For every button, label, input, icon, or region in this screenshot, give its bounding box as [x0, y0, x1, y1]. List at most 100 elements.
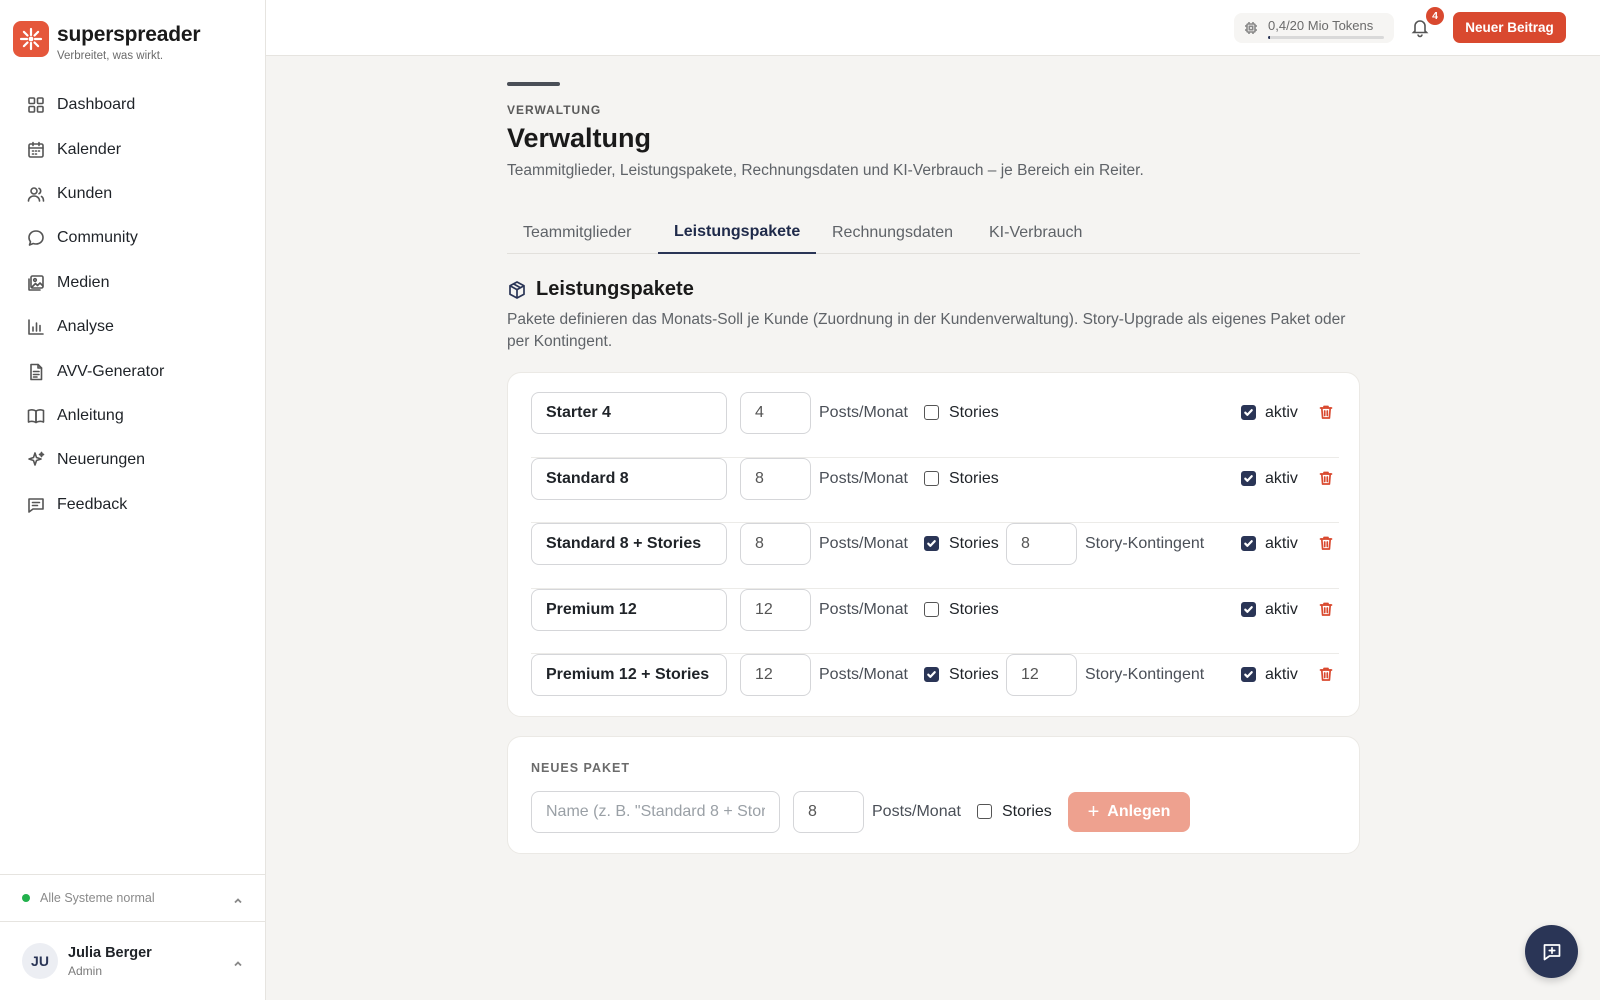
new-package-title: NEUES PAKET — [531, 761, 630, 775]
package-row: Posts/Monat Stories aktiv — [531, 457, 1339, 524]
sidebar-item-kalender[interactable]: Kalender — [14, 127, 250, 171]
active-checkbox[interactable] — [1241, 601, 1256, 617]
posts-per-month-input[interactable] — [740, 654, 811, 697]
tab-leistungspakete[interactable]: Leistungspakete — [658, 212, 817, 254]
tab-ki-verbrauch[interactable]: KI-Verbrauch — [973, 212, 1098, 254]
sidebar-item-label: Neuerungen — [57, 451, 146, 469]
package-list: Posts/Monat Stories aktiv Posts/Monat St… — [507, 372, 1360, 717]
package-icon — [509, 280, 525, 299]
topbar: 0,4/20 Mio Tokens 4 Neuer Beitrag — [266, 0, 1600, 56]
calendar-icon — [28, 141, 44, 158]
new-package-name-input[interactable] — [531, 791, 780, 833]
cpu-icon — [1245, 22, 1257, 34]
sidebar-item-analyse[interactable]: Analyse — [14, 305, 250, 349]
stories-label: Stories — [949, 535, 999, 553]
brand-name: superspreader — [57, 23, 201, 46]
posts-per-month-input[interactable] — [740, 523, 811, 566]
sidebar-item-avv-generator[interactable]: AVV-Generator — [14, 349, 250, 393]
active-checkbox[interactable] — [1241, 405, 1256, 420]
story-quota-input[interactable] — [1006, 654, 1077, 697]
story-quota-input[interactable] — [1006, 523, 1077, 566]
sidebar-item-neuerungen[interactable]: Neuerungen — [14, 438, 250, 482]
package-name-input[interactable] — [531, 457, 727, 500]
posts-per-month-input[interactable] — [740, 392, 811, 434]
new-package-stories-checkbox[interactable] — [977, 804, 992, 819]
active-label: aktiv — [1265, 535, 1298, 553]
chat-button[interactable] — [1525, 925, 1578, 978]
sidebar-item-label: Feedback — [57, 495, 128, 513]
system-status[interactable]: Alle Systeme normal — [0, 874, 265, 921]
sidebar-item-community[interactable]: Community — [14, 216, 250, 260]
tab-rechnungsdaten[interactable]: Rechnungsdaten — [816, 212, 969, 254]
trash-icon[interactable] — [1318, 470, 1336, 488]
tab-teammitglieder[interactable]: Teammitglieder — [507, 212, 647, 254]
images-icon — [28, 274, 44, 291]
stories-checkbox[interactable] — [924, 667, 939, 683]
sidebar-item-medien[interactable]: Medien — [14, 261, 250, 305]
sidebar-item-label: Kunden — [57, 184, 113, 202]
sparkles-icon — [28, 452, 45, 467]
page-subtitle: Teammitglieder, Leistungspakete, Rechnun… — [507, 162, 1144, 179]
notifications-badge: 4 — [1426, 7, 1444, 25]
stories-checkbox[interactable] — [924, 601, 939, 617]
stories-checkbox[interactable] — [924, 536, 939, 552]
sidebar-nav: Dashboard Kalender Kunden Community Medi… — [14, 83, 250, 527]
chevron-up-icon — [233, 956, 243, 967]
token-usage[interactable]: 0,4/20 Mio Tokens — [1234, 13, 1394, 43]
sidebar-item-label: Analyse — [57, 318, 114, 336]
stories-checkbox[interactable] — [924, 405, 939, 420]
bar-chart-icon — [28, 319, 44, 335]
section-description: Pakete definieren das Monats-Soll je Kun… — [507, 311, 1346, 350]
stories-label: Stories — [949, 666, 999, 684]
users-icon — [27, 187, 45, 202]
trash-icon[interactable] — [1318, 404, 1336, 422]
page-accent-bar — [507, 82, 560, 86]
sidebar-item-label: Anleitung — [57, 406, 124, 424]
sidebar-item-dashboard[interactable]: Dashboard — [14, 83, 250, 127]
plus-icon: + — [1087, 801, 1100, 823]
token-usage-fill — [1268, 35, 1271, 39]
document-icon — [30, 363, 43, 380]
sidebar-item-label: Dashboard — [57, 96, 136, 114]
package-name-input[interactable] — [531, 654, 727, 697]
create-package-button[interactable]: + Anlegen — [1068, 792, 1190, 832]
section-title: Leistungspakete — [536, 278, 694, 300]
posts-per-month-label: Posts/Monat — [819, 600, 908, 618]
grid-icon — [28, 97, 44, 113]
page-title: Verwaltung — [507, 123, 652, 153]
package-name-input[interactable] — [531, 392, 727, 434]
posts-per-month-input[interactable] — [740, 588, 811, 631]
stories-label: Stories — [1002, 803, 1052, 820]
posts-per-month-label: Posts/Monat — [872, 803, 961, 820]
create-package-label: Anlegen — [1107, 803, 1171, 820]
brand[interactable]: superspreader Verbreitet, was wirkt. — [13, 21, 201, 62]
chevron-up-icon — [233, 893, 243, 904]
posts-per-month-input[interactable] — [740, 457, 811, 500]
package-name-input[interactable] — [531, 588, 727, 631]
new-package-posts-input[interactable] — [793, 791, 864, 833]
section-header: Leistungspakete — [507, 278, 694, 301]
active-checkbox[interactable] — [1241, 470, 1256, 486]
user-menu[interactable]: JU Julia Berger Admin — [0, 921, 265, 1000]
status-dot-icon — [22, 894, 30, 902]
trash-icon[interactable] — [1318, 666, 1336, 684]
token-usage-bar — [1268, 35, 1384, 39]
active-checkbox[interactable] — [1241, 536, 1256, 552]
package-name-input[interactable] — [531, 523, 727, 566]
superspreader-logo-icon — [13, 21, 49, 57]
active-label: aktiv — [1265, 666, 1298, 684]
brand-tagline: Verbreitet, was wirkt. — [57, 50, 164, 62]
sidebar-item-anleitung[interactable]: Anleitung — [14, 394, 250, 438]
new-post-button[interactable]: Neuer Beitrag — [1453, 12, 1566, 43]
stories-checkbox[interactable] — [924, 470, 939, 486]
active-checkbox[interactable] — [1241, 667, 1256, 683]
posts-per-month-label: Posts/Monat — [819, 535, 908, 553]
stories-label: Stories — [949, 600, 999, 618]
sidebar-item-feedback[interactable]: Feedback — [14, 483, 250, 527]
sidebar-item-label: Medien — [57, 273, 110, 291]
trash-icon[interactable] — [1318, 535, 1336, 553]
sidebar-item-label: Kalender — [57, 140, 122, 158]
user-name: Julia Berger — [68, 944, 152, 961]
trash-icon[interactable] — [1318, 601, 1336, 619]
sidebar-item-kunden[interactable]: Kunden — [14, 172, 250, 216]
